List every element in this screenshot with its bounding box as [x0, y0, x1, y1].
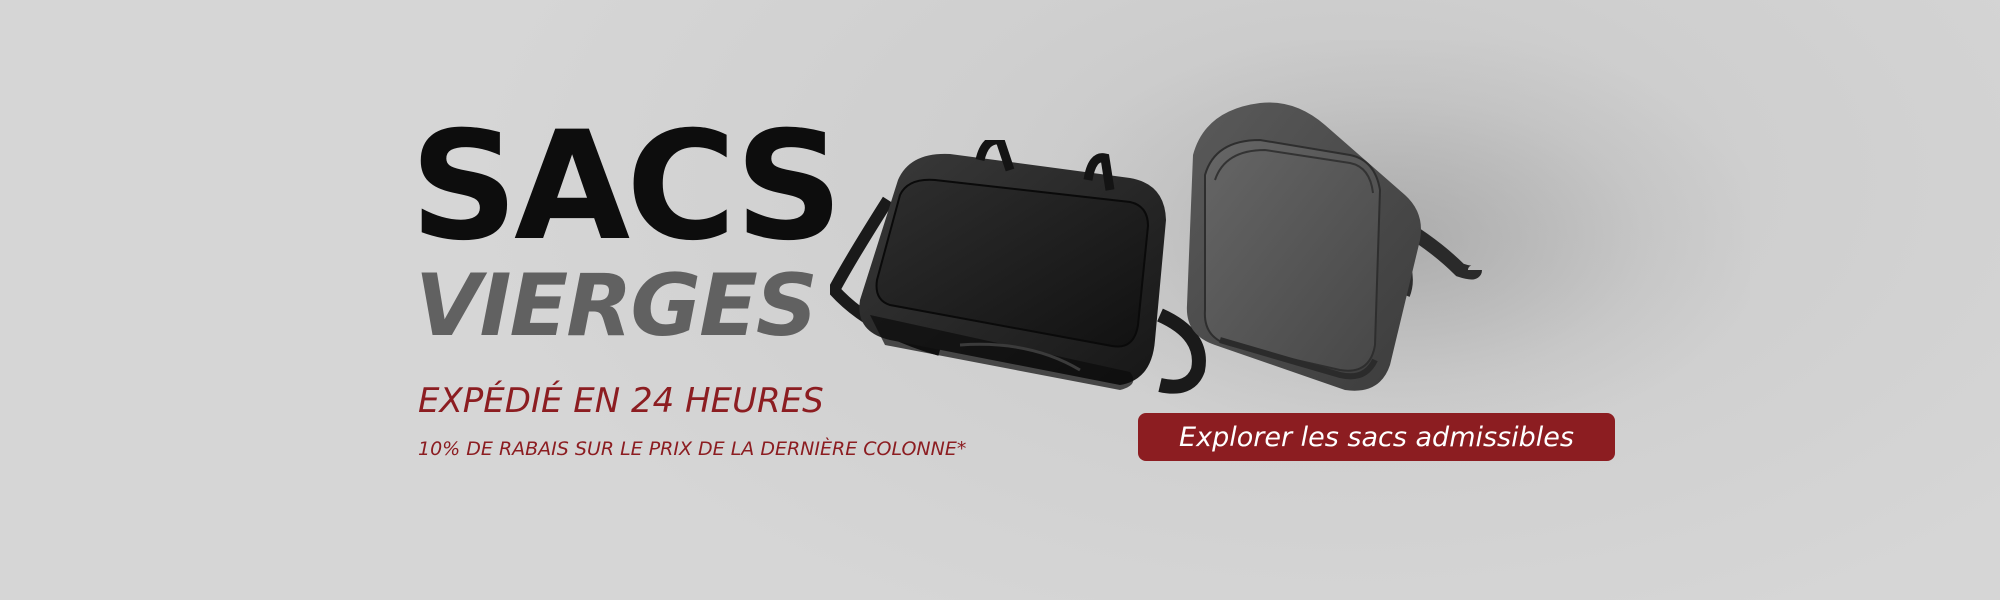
gray-backpack-image: [1186, 102, 1482, 391]
headline-sub: VIERGES: [415, 256, 818, 356]
discount-text: 10% DE RABAIS SUR LE PRIX DE LA DERNIÈRE…: [418, 438, 967, 460]
headline-main: SACS: [410, 100, 843, 274]
promo-banner: SACS VIERGES EXPÉDIÉ EN 24 HEURES 10% DE…: [0, 0, 2000, 600]
black-duffel-bag-image: [830, 140, 1206, 394]
explore-bags-button[interactable]: Explorer les sacs admissibles: [1138, 413, 1615, 461]
shipping-tagline: EXPÉDIÉ EN 24 HEURES: [418, 381, 824, 421]
